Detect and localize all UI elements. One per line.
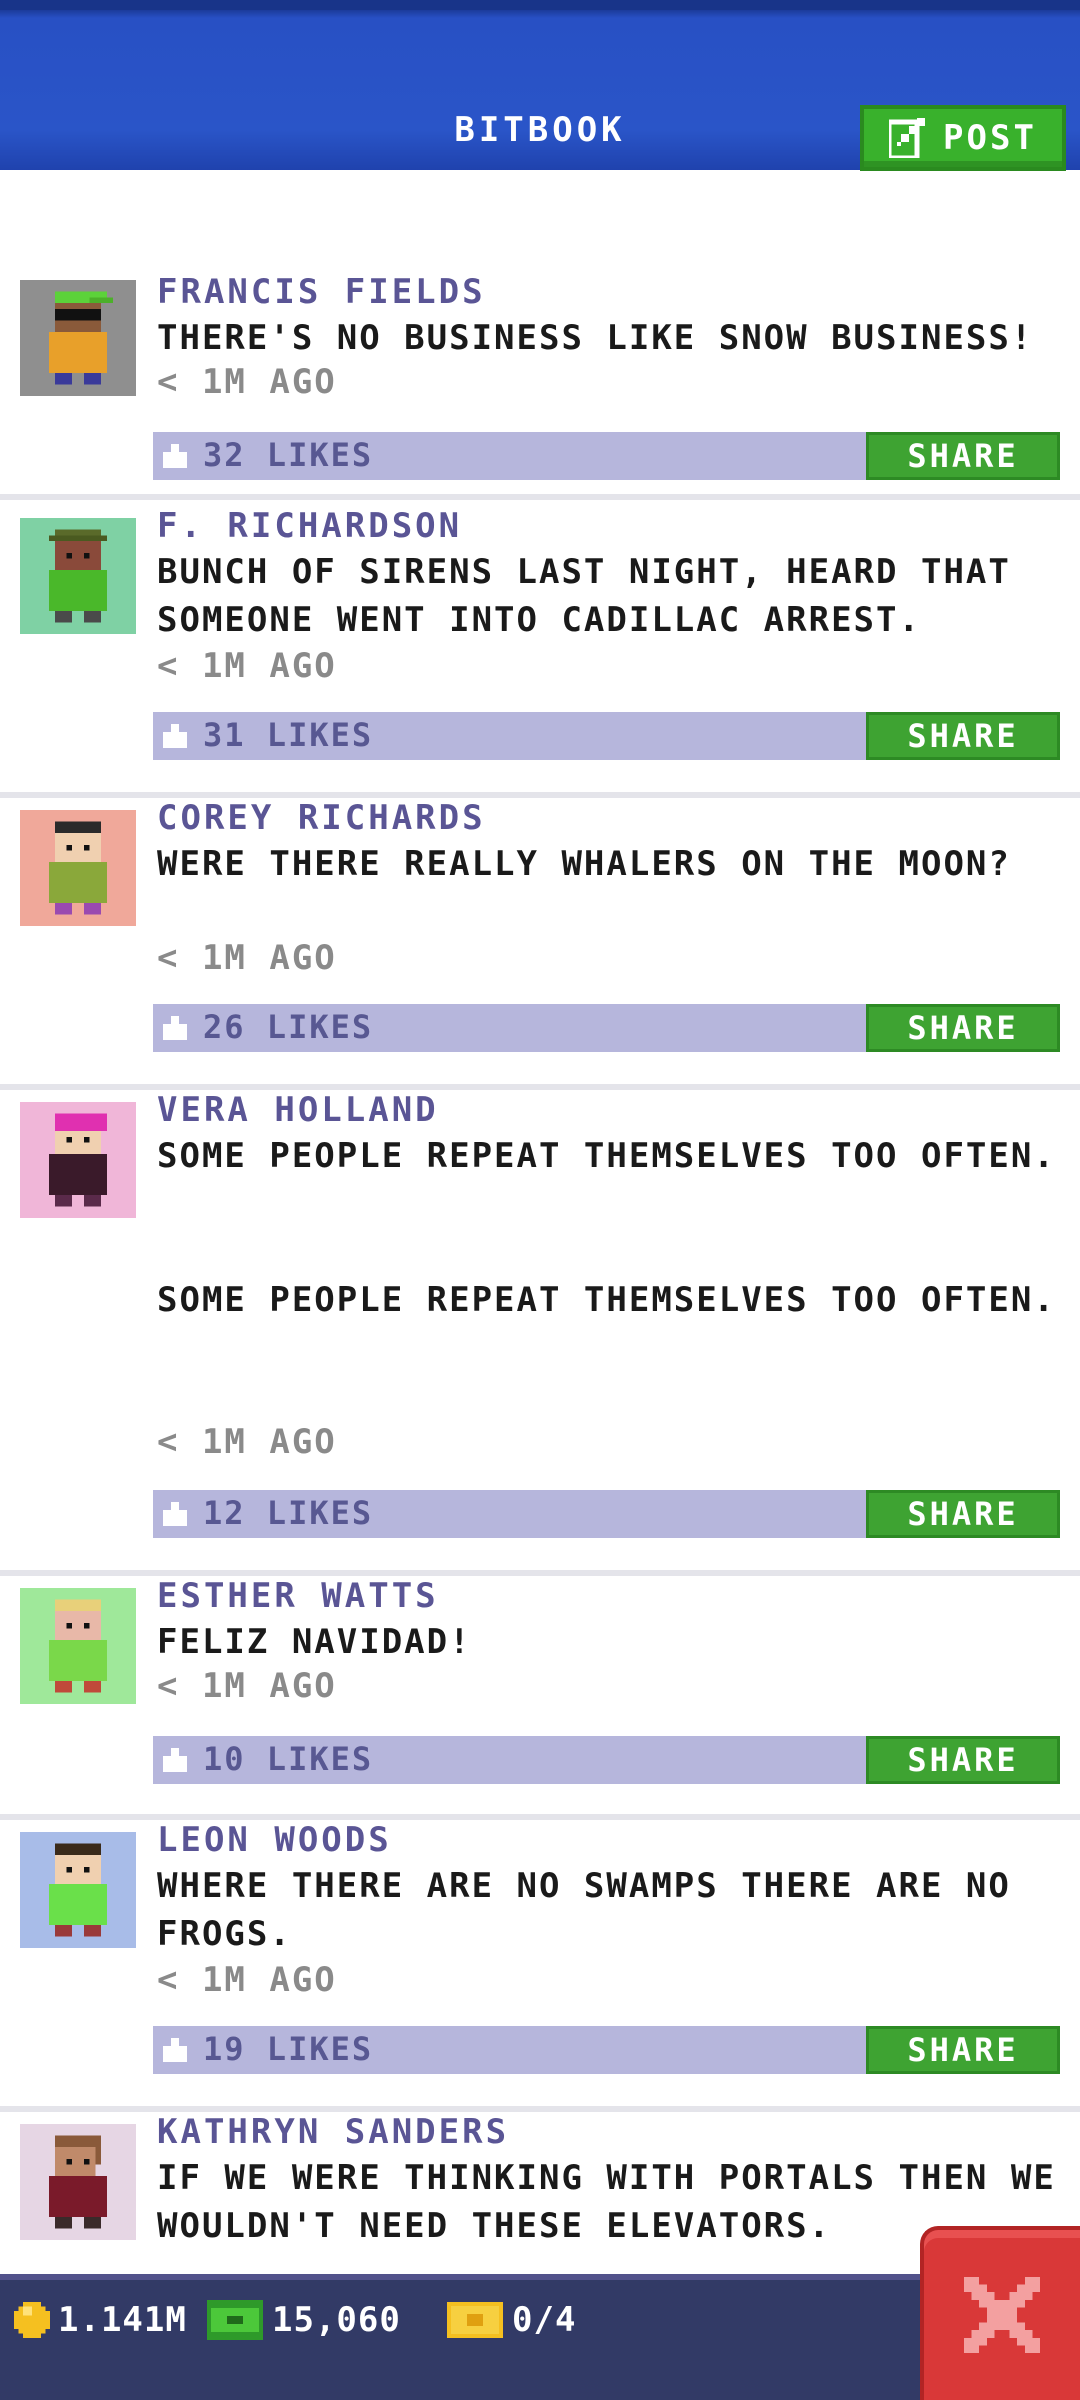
post-time: < 1M AGO [157, 938, 337, 978]
post-author[interactable]: KATHRYN SANDERS [157, 2112, 509, 2152]
header-bar: BITBOOK POST [0, 0, 1080, 171]
close-icon [964, 2277, 1040, 2353]
post-author[interactable]: COREY RICHARDS [157, 798, 486, 838]
post-message: SOME PEOPLE REPEAT THEMSELVES TOO OFTEN.… [157, 1136, 1056, 1320]
post-author[interactable]: F. RICHARDSON [157, 506, 462, 546]
like-icon[interactable] [163, 1502, 187, 1526]
likes-count: 32 LIKES [203, 436, 374, 474]
post-label: POST [943, 118, 1037, 158]
list-item: ESTHER WATTS FELIZ NAVIDAD! < 1M AGO 10 … [0, 1576, 1080, 1820]
like-icon[interactable] [163, 1016, 187, 1040]
list-item: F. RICHARDSON BUNCH OF SIRENS LAST NIGHT… [0, 506, 1080, 798]
tickets-value: 0/4 [512, 2300, 577, 2340]
likes-count: 19 LIKES [203, 2030, 374, 2068]
share-button[interactable]: SHARE [866, 2026, 1060, 2074]
list-item: COREY RICHARDS WERE THERE REALLY WHALERS… [0, 798, 1080, 1090]
likes-bar: 10 LIKES SHARE [153, 1736, 1060, 1784]
like-icon[interactable] [163, 2038, 187, 2062]
share-button[interactable]: SHARE [866, 432, 1060, 480]
post-author[interactable]: LEON WOODS [157, 1820, 392, 1860]
like-icon[interactable] [163, 444, 187, 468]
coins-value: 1.141M [58, 2300, 187, 2340]
likes-count: 10 LIKES [203, 1740, 374, 1778]
post-author[interactable]: ESTHER WATTS [157, 1576, 439, 1616]
post-time: < 1M AGO [157, 1960, 337, 2000]
post-message: THERE'S NO BUSINESS LIKE SNOW BUSINESS! [157, 318, 1034, 358]
post-author[interactable]: FRANCIS FIELDS [157, 272, 486, 312]
list-item: FRANCIS FIELDS THERE'S NO BUSINESS LIKE … [0, 272, 1080, 500]
like-icon[interactable] [163, 1748, 187, 1772]
post-time: < 1M AGO [157, 362, 337, 402]
post-time: < 1M AGO [157, 1666, 337, 1706]
post-message: WERE THERE REALLY WHALERS ON THE MOON? [157, 844, 1011, 884]
likes-count: 31 LIKES [203, 716, 374, 754]
coin-icon [14, 2302, 50, 2338]
post-message: WHERE THERE ARE NO SWAMPS THERE ARE NO F… [157, 1866, 1011, 1954]
like-icon[interactable] [163, 724, 187, 748]
post-time: < 1M AGO [157, 646, 337, 686]
ticket-icon [447, 2302, 503, 2338]
likes-bar: 32 LIKES SHARE [153, 432, 1060, 480]
bux-value: 15,060 [272, 2300, 401, 2340]
likes-bar: 19 LIKES SHARE [153, 2026, 1060, 2074]
post-author[interactable]: VERA HOLLAND [157, 1090, 439, 1130]
avatar [20, 1102, 136, 1218]
bux-icon [207, 2300, 263, 2340]
likes-bar: 26 LIKES SHARE [153, 1004, 1060, 1052]
status-bar: 1.141M 15,060 0/4 [0, 2274, 1080, 2400]
feed-list[interactable]: FRANCIS FIELDS THERE'S NO BUSINESS LIKE … [0, 170, 1080, 2274]
share-button[interactable]: SHARE [866, 1490, 1060, 1538]
avatar [20, 810, 136, 926]
post-time: < 1M AGO [157, 1422, 337, 1462]
likes-count: 26 LIKES [203, 1008, 374, 1046]
avatar [20, 1832, 136, 1948]
post-button[interactable]: POST [860, 105, 1066, 171]
avatar [20, 1588, 136, 1704]
tickets-stat: 0/4 [446, 2300, 576, 2340]
list-item: KATHRYN SANDERS IF WE WERE THINKING WITH… [0, 2112, 1080, 2274]
compose-icon [889, 118, 929, 158]
coins-stat: 1.141M [14, 2300, 187, 2340]
share-button[interactable]: SHARE [866, 712, 1060, 760]
close-button[interactable] [920, 2226, 1080, 2400]
likes-bar: 12 LIKES SHARE [153, 1490, 1060, 1538]
list-item: LEON WOODS WHERE THERE ARE NO SWAMPS THE… [0, 1820, 1080, 2112]
likes-count: 12 LIKES [203, 1494, 374, 1532]
bux-stat: 15,060 [206, 2300, 401, 2340]
avatar [20, 518, 136, 634]
list-item: VERA HOLLAND SOME PEOPLE REPEAT THEMSELV… [0, 1090, 1080, 1576]
share-button[interactable]: SHARE [866, 1736, 1060, 1784]
share-button[interactable]: SHARE [866, 1004, 1060, 1052]
avatar [20, 280, 136, 396]
likes-bar: 31 LIKES SHARE [153, 712, 1060, 760]
post-message: BUNCH OF SIRENS LAST NIGHT, HEARD THAT S… [157, 552, 1011, 640]
avatar [20, 2124, 136, 2240]
post-message: FELIZ NAVIDAD! [157, 1622, 472, 1662]
